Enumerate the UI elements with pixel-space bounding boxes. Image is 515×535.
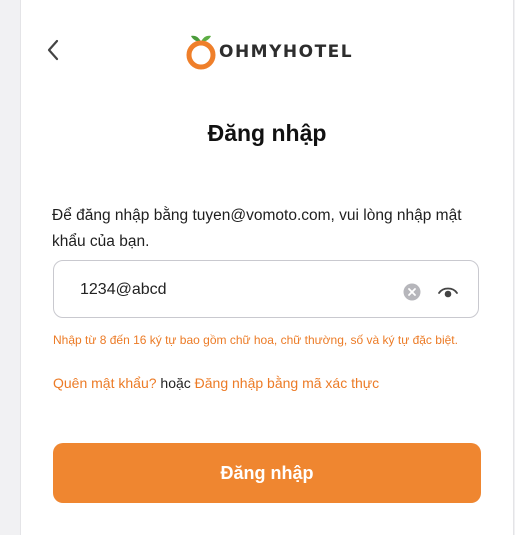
brand-logo: OHMYHOTEL <box>185 33 353 71</box>
clear-circle-icon[interactable] <box>403 283 421 301</box>
brand-name: OHMYHOTEL <box>219 42 354 62</box>
code-login-link[interactable]: Đăng nhập bằng mã xác thực <box>195 375 380 391</box>
login-submit-button[interactable]: Đăng nhập <box>53 443 481 503</box>
alt-login-links: Quên mật khẩu? hoặc Đăng nhập bằng mã xá… <box>53 375 379 391</box>
password-field[interactable] <box>53 260 479 318</box>
chevron-left-icon <box>47 39 59 61</box>
or-separator: hoặc <box>160 375 191 391</box>
orange-fruit-logo <box>186 35 216 70</box>
password-input[interactable] <box>80 276 380 304</box>
forgot-password-link[interactable]: Quên mật khẩu? <box>53 375 157 391</box>
login-card: OHMYHOTEL Đăng nhập Để đăng nhập bằng tu… <box>20 0 514 535</box>
back-button[interactable] <box>41 36 65 64</box>
eye-icon[interactable] <box>437 283 459 301</box>
login-instruction: Để đăng nhập bằng tuyen@vomoto.com, vui … <box>52 207 462 250</box>
page-title: Đăng nhập <box>207 120 327 146</box>
password-hint: Nhập từ 8 đến 16 ký tự bao gồm chữ hoa, … <box>53 333 458 347</box>
